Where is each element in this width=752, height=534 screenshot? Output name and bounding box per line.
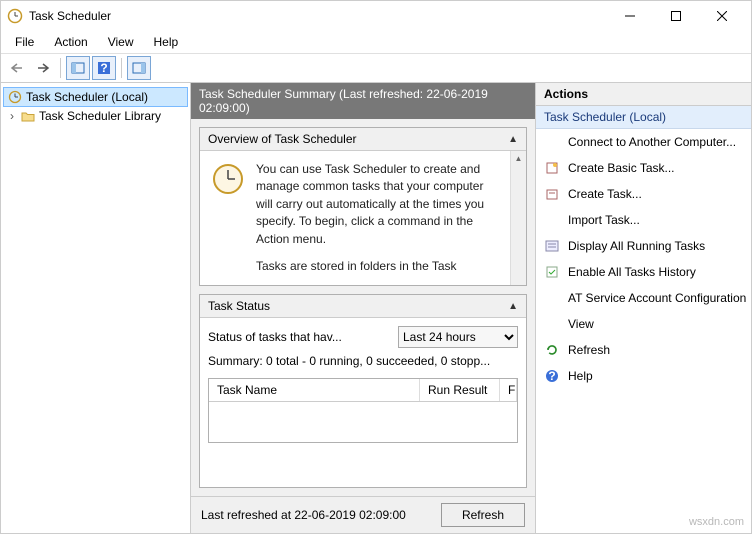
toolbar-panel-button[interactable] [66, 56, 90, 80]
task-status-title: Task Status [208, 299, 270, 313]
app-icon [7, 8, 23, 24]
task-icon [544, 186, 560, 202]
tree-library-label: Task Scheduler Library [39, 109, 161, 123]
status-table: Task Name Run Result F [208, 378, 518, 443]
minimize-button[interactable] [607, 1, 653, 31]
summary-header: Task Scheduler Summary (Last refreshed: … [191, 83, 535, 119]
menu-view[interactable]: View [98, 33, 144, 51]
clock-icon [8, 90, 22, 104]
svg-text:?: ? [548, 369, 555, 383]
clock-large-icon [210, 161, 246, 275]
title-bar: Task Scheduler [1, 1, 751, 31]
overview-title: Overview of Task Scheduler [208, 132, 357, 146]
actions-section-title: Task Scheduler (Local) [536, 106, 751, 129]
actions-header: Actions [536, 83, 751, 106]
action-create-task[interactable]: Create Task... [536, 181, 751, 207]
menu-bar: File Action View Help [1, 31, 751, 53]
maximize-button[interactable] [653, 1, 699, 31]
tree-library-node[interactable]: › Task Scheduler Library [3, 107, 188, 125]
menu-action[interactable]: Action [44, 33, 97, 51]
scroll-up-icon[interactable]: ▲ [511, 151, 526, 165]
back-button[interactable] [5, 56, 29, 80]
toolbar: ? [1, 53, 751, 83]
toolbar-separator [121, 58, 122, 78]
action-enable-history[interactable]: Enable All Tasks History [536, 259, 751, 285]
expand-icon[interactable]: › [7, 109, 17, 123]
toolbar-separator [60, 58, 61, 78]
collapse-icon[interactable]: ▲ [508, 134, 518, 145]
overview-groupbox: Overview of Task Scheduler ▲ You can use… [199, 127, 527, 286]
overview-text: You can use Task Scheduler to create and… [256, 161, 500, 248]
collapse-icon[interactable]: ▲ [508, 301, 518, 312]
col-task-name[interactable]: Task Name [209, 379, 420, 401]
blank-icon [544, 290, 560, 306]
list-icon [544, 238, 560, 254]
toolbar-panel2-button[interactable] [127, 56, 151, 80]
menu-file[interactable]: File [5, 33, 44, 51]
action-help[interactable]: ?Help [536, 363, 751, 389]
blank-icon [544, 212, 560, 228]
folder-icon [21, 110, 35, 122]
col-run-result[interactable]: Run Result [420, 379, 500, 401]
blank-icon [544, 316, 560, 332]
refresh-icon [544, 342, 560, 358]
history-icon [544, 264, 560, 280]
close-button[interactable] [699, 1, 745, 31]
table-body [209, 402, 517, 442]
menu-help[interactable]: Help [144, 33, 189, 51]
last-refreshed-text: Last refreshed at 22-06-2019 02:09:00 [201, 508, 406, 522]
refresh-button[interactable]: Refresh [441, 503, 525, 527]
action-at-config[interactable]: AT Service Account Configuration [536, 285, 751, 311]
action-refresh[interactable]: Refresh [536, 337, 751, 363]
action-create-basic-task[interactable]: Create Basic Task... [536, 155, 751, 181]
action-display-running[interactable]: Display All Running Tasks [536, 233, 751, 259]
task-status-groupbox: Task Status ▲ Status of tasks that hav..… [199, 294, 527, 488]
scrollbar[interactable]: ▲ [510, 151, 526, 285]
navigation-tree: Task Scheduler (Local) › Task Scheduler … [1, 83, 191, 533]
col-extra[interactable]: F [500, 379, 517, 401]
svg-text:?: ? [100, 61, 107, 75]
status-label: Status of tasks that hav... [208, 330, 388, 344]
wizard-icon [544, 160, 560, 176]
action-view[interactable]: View [536, 311, 751, 337]
help-icon: ? [544, 368, 560, 384]
action-connect[interactable]: Connect to Another Computer... [536, 129, 751, 155]
status-summary: Summary: 0 total - 0 running, 0 succeede… [208, 354, 518, 368]
action-import-task[interactable]: Import Task... [536, 207, 751, 233]
status-range-select[interactable]: Last 24 hours [398, 326, 518, 348]
tree-root-node[interactable]: Task Scheduler (Local) [3, 87, 188, 107]
overview-text-cut: Tasks are stored in folders in the Task [256, 258, 500, 275]
forward-button[interactable] [31, 56, 55, 80]
tree-root-label: Task Scheduler (Local) [26, 90, 148, 104]
blank-icon [544, 134, 560, 150]
watermark: wsxdn.com [689, 516, 744, 528]
toolbar-help-button[interactable]: ? [92, 56, 116, 80]
window-title: Task Scheduler [29, 9, 607, 23]
